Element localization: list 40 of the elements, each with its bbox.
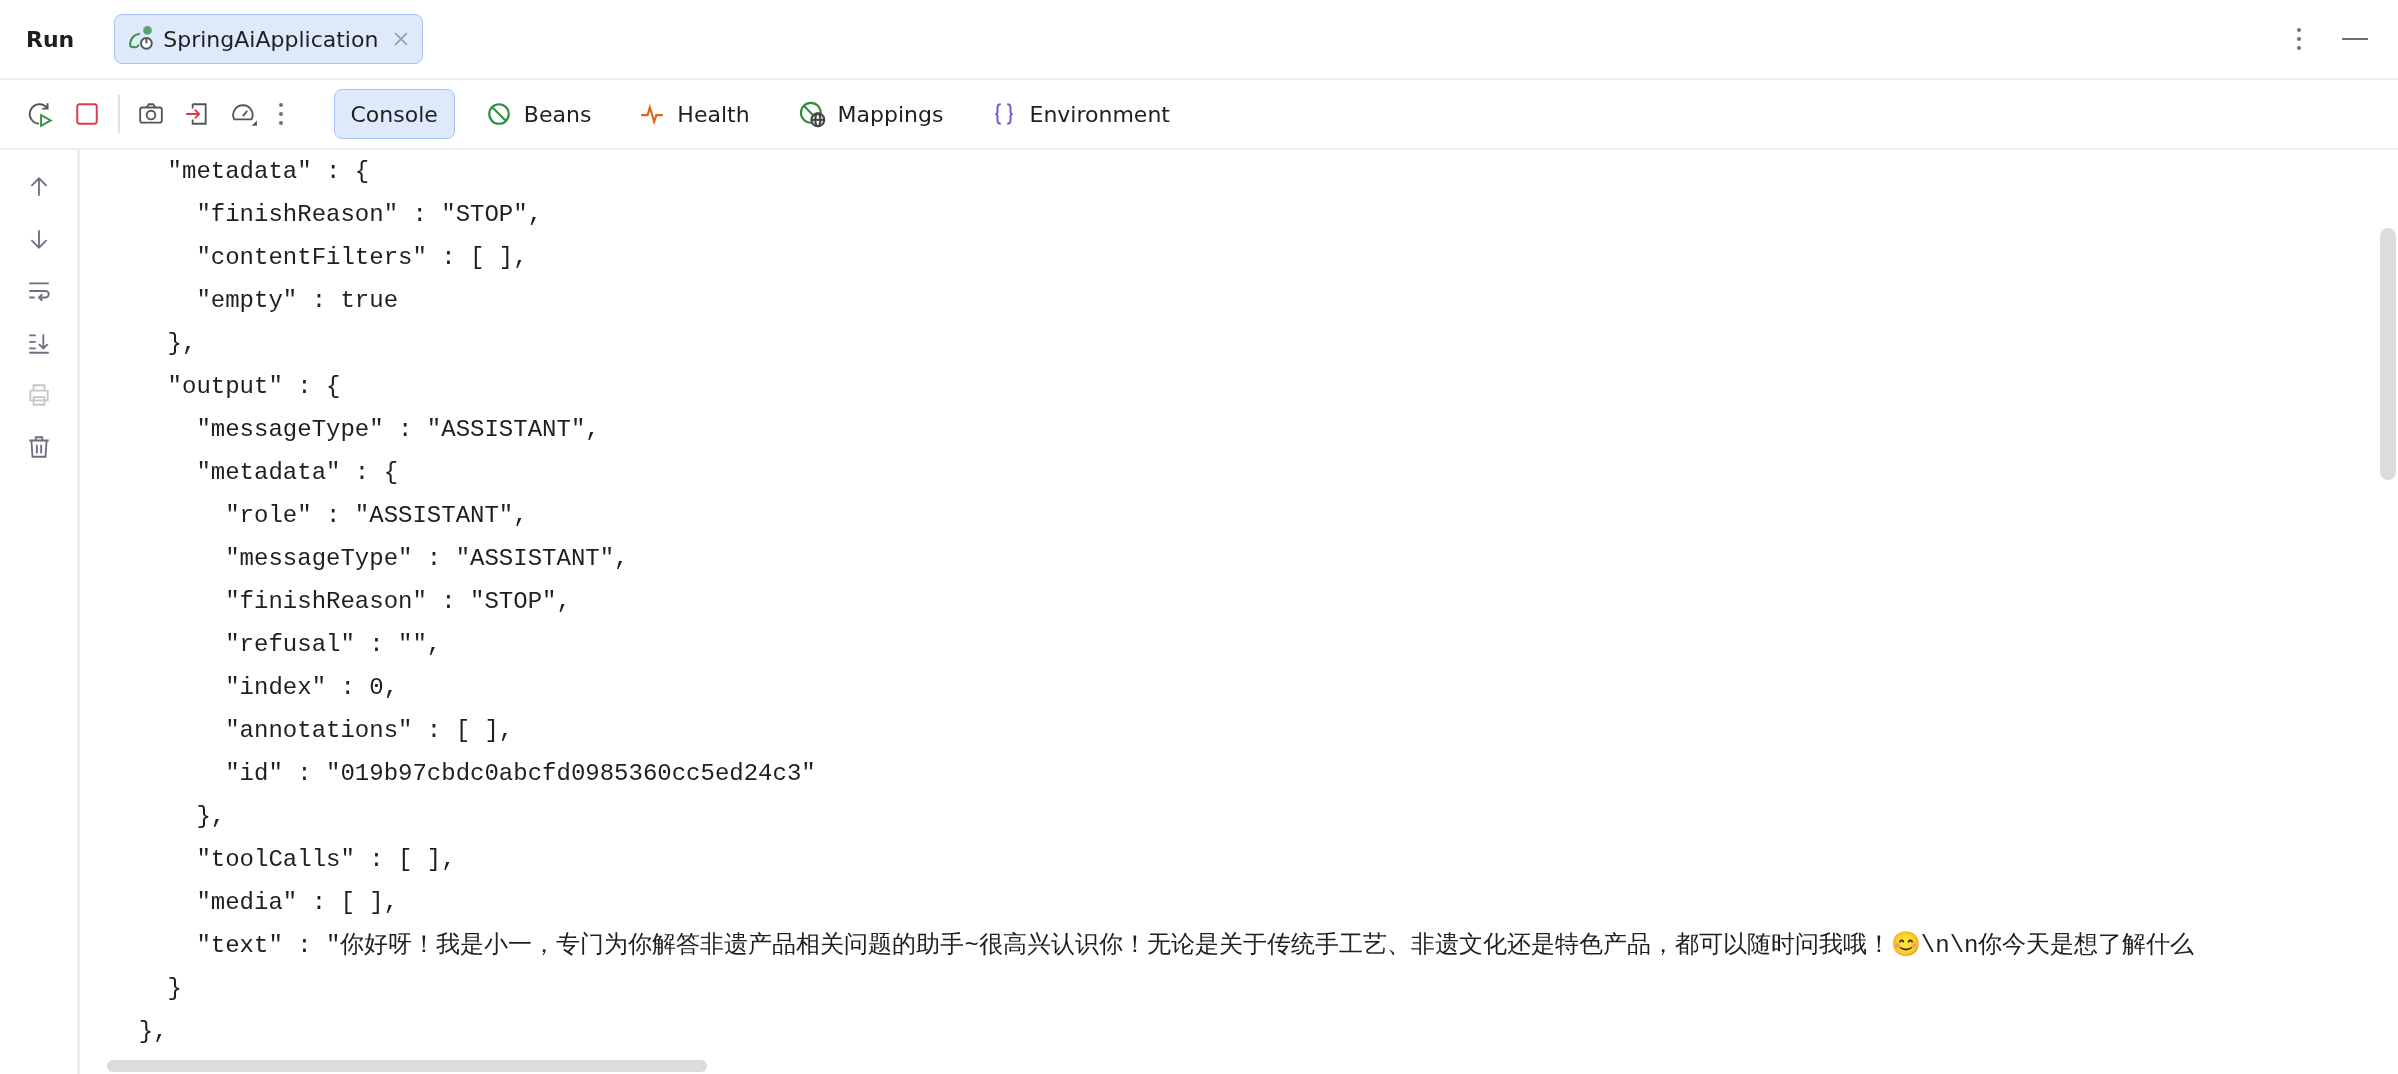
console-line: "index" : 0, xyxy=(224,673,399,703)
console-line: "role" : "ASSISTANT", xyxy=(224,501,528,531)
window-title: Run xyxy=(26,26,75,52)
console-line: "refusal" : "", xyxy=(224,630,442,660)
toolbar-tab[interactable]: Environment xyxy=(974,89,1187,139)
more-options-icon[interactable] xyxy=(277,102,284,126)
console-line: } xyxy=(166,974,182,1004)
toolbar-tab[interactable]: Health xyxy=(622,89,767,139)
stop-icon[interactable] xyxy=(74,101,100,127)
toolbar-tab[interactable]: Console xyxy=(333,89,455,139)
exit-icon[interactable] xyxy=(183,101,210,127)
console-line: "messageType" : "ASSISTANT", xyxy=(224,544,629,574)
console-line: "messageType" : "ASSISTANT", xyxy=(195,415,600,445)
scrollbar-thumb[interactable] xyxy=(2380,228,2396,480)
console-line: "empty" : true xyxy=(195,286,399,316)
console-line: }, xyxy=(137,1017,168,1047)
toolbar-tab[interactable]: Beans xyxy=(468,89,609,139)
console-line: "id" : "019b97cbdc0abcfd0985360cc5ed24c3" xyxy=(224,759,816,789)
camera-icon[interactable] xyxy=(137,101,164,127)
minimize-icon[interactable] xyxy=(2342,37,2368,41)
prohibited-icon xyxy=(485,101,512,127)
console-line: "annotations" : [ ], xyxy=(224,716,514,746)
scrollbar-thumb[interactable] xyxy=(107,1060,707,1072)
console-line: }, xyxy=(166,329,197,359)
console-line: "toolCalls" : [ ], xyxy=(195,845,456,875)
console-line: "finishReason" : "STOP", xyxy=(224,587,571,617)
console-line: "text" : "你好呀！我是小一，专门为你解答非遗产品相关问题的助手~很高兴认识你！无论是关于传统手工艺、非遗文化还是特色产品，都可以随时问我哦！😊\n\n你今天是想了解什么 xyxy=(195,930,2195,961)
rerun-icon[interactable] xyxy=(26,100,54,128)
more-options-icon[interactable] xyxy=(2296,27,2302,51)
console-line: "finishReason" : "STOP", xyxy=(195,200,543,230)
console-line: "metadata" : { xyxy=(195,458,399,488)
console-line: }, xyxy=(195,802,226,832)
toolbar-tab[interactable]: Mappings xyxy=(780,89,961,139)
globe-icon xyxy=(797,100,826,128)
run-config-tab[interactable]: SpringAiApplication xyxy=(114,14,424,64)
console-line: "contentFilters" : [ ], xyxy=(195,243,528,273)
console-line: "metadata" : { xyxy=(166,157,370,187)
console-line: "output" : { xyxy=(166,372,341,402)
spring-app-icon xyxy=(127,25,156,53)
console-line: "media" : [ ], xyxy=(195,888,399,918)
